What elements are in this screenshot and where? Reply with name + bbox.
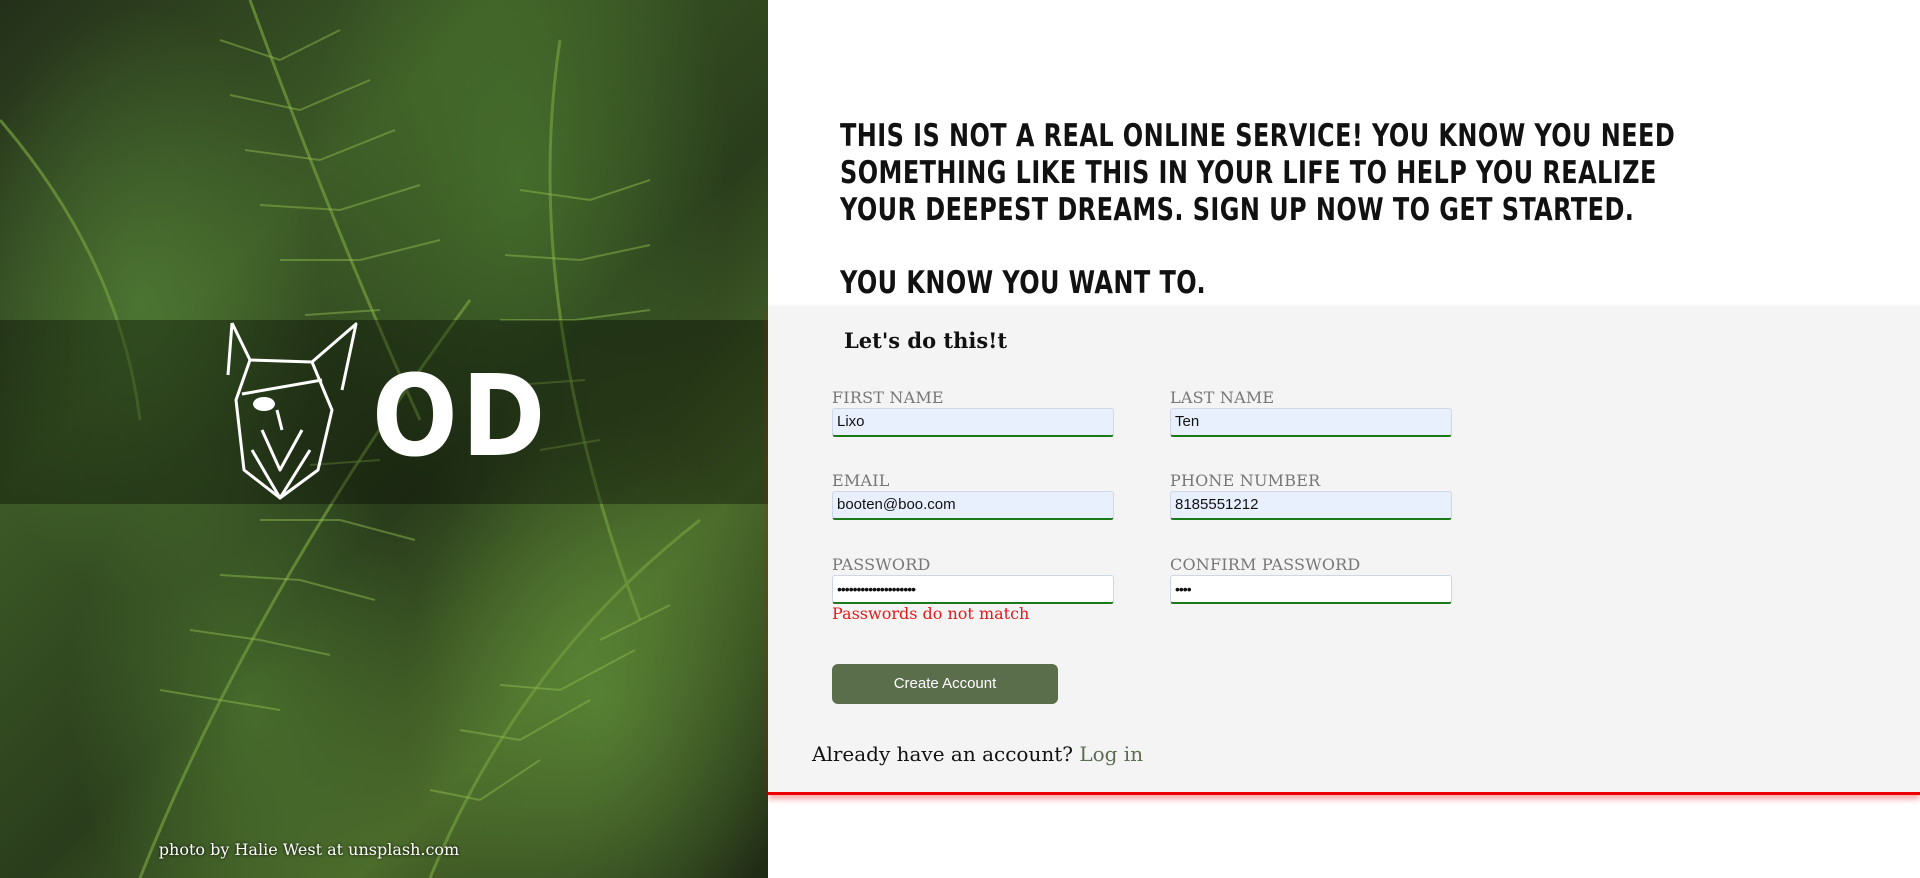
first-name-input[interactable]: Lixo: [832, 408, 1114, 437]
confirm-password-field: CONFIRM PASSWORD ••••: [1170, 555, 1452, 604]
form-title: Let's do this!t: [844, 328, 1008, 353]
password-label: PASSWORD: [832, 555, 931, 574]
password-error-message: Passwords do not match: [832, 604, 1030, 623]
email-label: EMAIL: [832, 471, 890, 490]
login-prompt-text: Already have an account?: [812, 742, 1073, 766]
email-input[interactable]: booten@boo.com: [832, 491, 1114, 520]
last-name-input[interactable]: Ten: [1170, 408, 1452, 437]
eye-patch-icon: [253, 397, 275, 411]
phone-field: PHONE NUMBER 8185551212: [1170, 471, 1452, 520]
first-name-label: FIRST NAME: [832, 388, 944, 407]
last-name-field: LAST NAME Ten: [1170, 388, 1452, 437]
signup-form: Let's do this!t FIRST NAME Lixo LAST NAM…: [768, 306, 1920, 795]
intro-paragraph-1: This is not a real online service! You k…: [840, 118, 1676, 228]
intro-paragraph-2: You know you want to.: [840, 265, 1207, 301]
logo-text: ODIN: [372, 352, 552, 482]
email-field: EMAIL booten@boo.com: [832, 471, 1114, 520]
odin-logo: ODIN: [226, 322, 552, 500]
password-input[interactable]: ••••••••••••••••••••: [832, 575, 1114, 604]
phone-input[interactable]: 8185551212: [1170, 491, 1452, 520]
last-name-label: LAST NAME: [1170, 388, 1275, 407]
photo-credit-text: photo by Halie West at unsplash.com: [158, 840, 460, 859]
confirm-password-label: CONFIRM PASSWORD: [1170, 555, 1361, 574]
photo-credit: photo by Halie West at unsplash.com: [0, 840, 768, 859]
signup-area: This is not a real online service! You k…: [768, 0, 1920, 878]
password-field: PASSWORD ••••••••••••••••••••: [832, 555, 1114, 604]
phone-label: PHONE NUMBER: [1170, 471, 1321, 490]
intro-text: This is not a real online service! You k…: [840, 118, 1709, 302]
first-name-field: FIRST NAME Lixo: [832, 388, 1114, 437]
login-prompt: Already have an account? Log in: [812, 742, 1143, 766]
login-link[interactable]: Log in: [1079, 742, 1143, 766]
hero-image: ODIN photo by Halie West at unsplash.com: [0, 0, 768, 878]
confirm-password-input[interactable]: ••••: [1170, 575, 1452, 604]
create-account-button[interactable]: Create Account: [832, 664, 1058, 704]
